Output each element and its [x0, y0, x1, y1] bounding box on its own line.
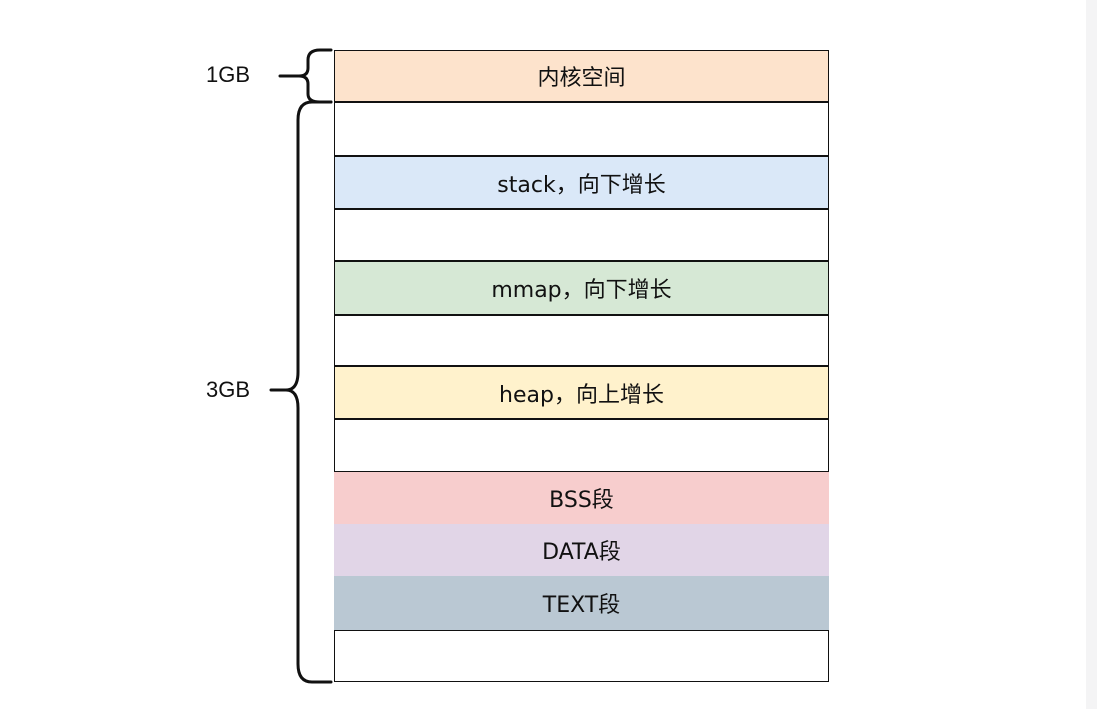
- kernel-brace: [278, 48, 333, 104]
- segment-label: 内核空间: [537, 66, 626, 91]
- segment-kernel-space: 内核空间: [334, 50, 829, 102]
- segment-bss: BSS段: [334, 472, 829, 524]
- segment-gap: [334, 419, 829, 472]
- segment-label: TEXT段: [542, 593, 621, 618]
- segment-text: TEXT段: [334, 576, 829, 630]
- segment-label: heap，向上增长: [499, 382, 664, 408]
- user-brace: [269, 100, 333, 684]
- segment-gap: [334, 209, 829, 261]
- segment-mmap: mmap，向下增长: [334, 261, 829, 315]
- segment-label: DATA段: [542, 540, 621, 565]
- segment-gap: [334, 315, 829, 366]
- segment-gap: [334, 630, 829, 682]
- segment-stack: stack，向下增长: [334, 156, 829, 209]
- segment-label: stack，向下增长: [497, 172, 666, 198]
- memory-layout-diagram: 1GB 3GB 内核空间 stack，向下增长 mmap，向下增长 heap，向…: [0, 0, 1097, 709]
- segment-heap: heap，向上增长: [334, 366, 829, 419]
- segment-label: mmap，向下增长: [491, 278, 672, 303]
- segment-label: BSS段: [549, 488, 614, 513]
- segment-data: DATA段: [334, 524, 829, 576]
- segment-gap: [334, 102, 829, 156]
